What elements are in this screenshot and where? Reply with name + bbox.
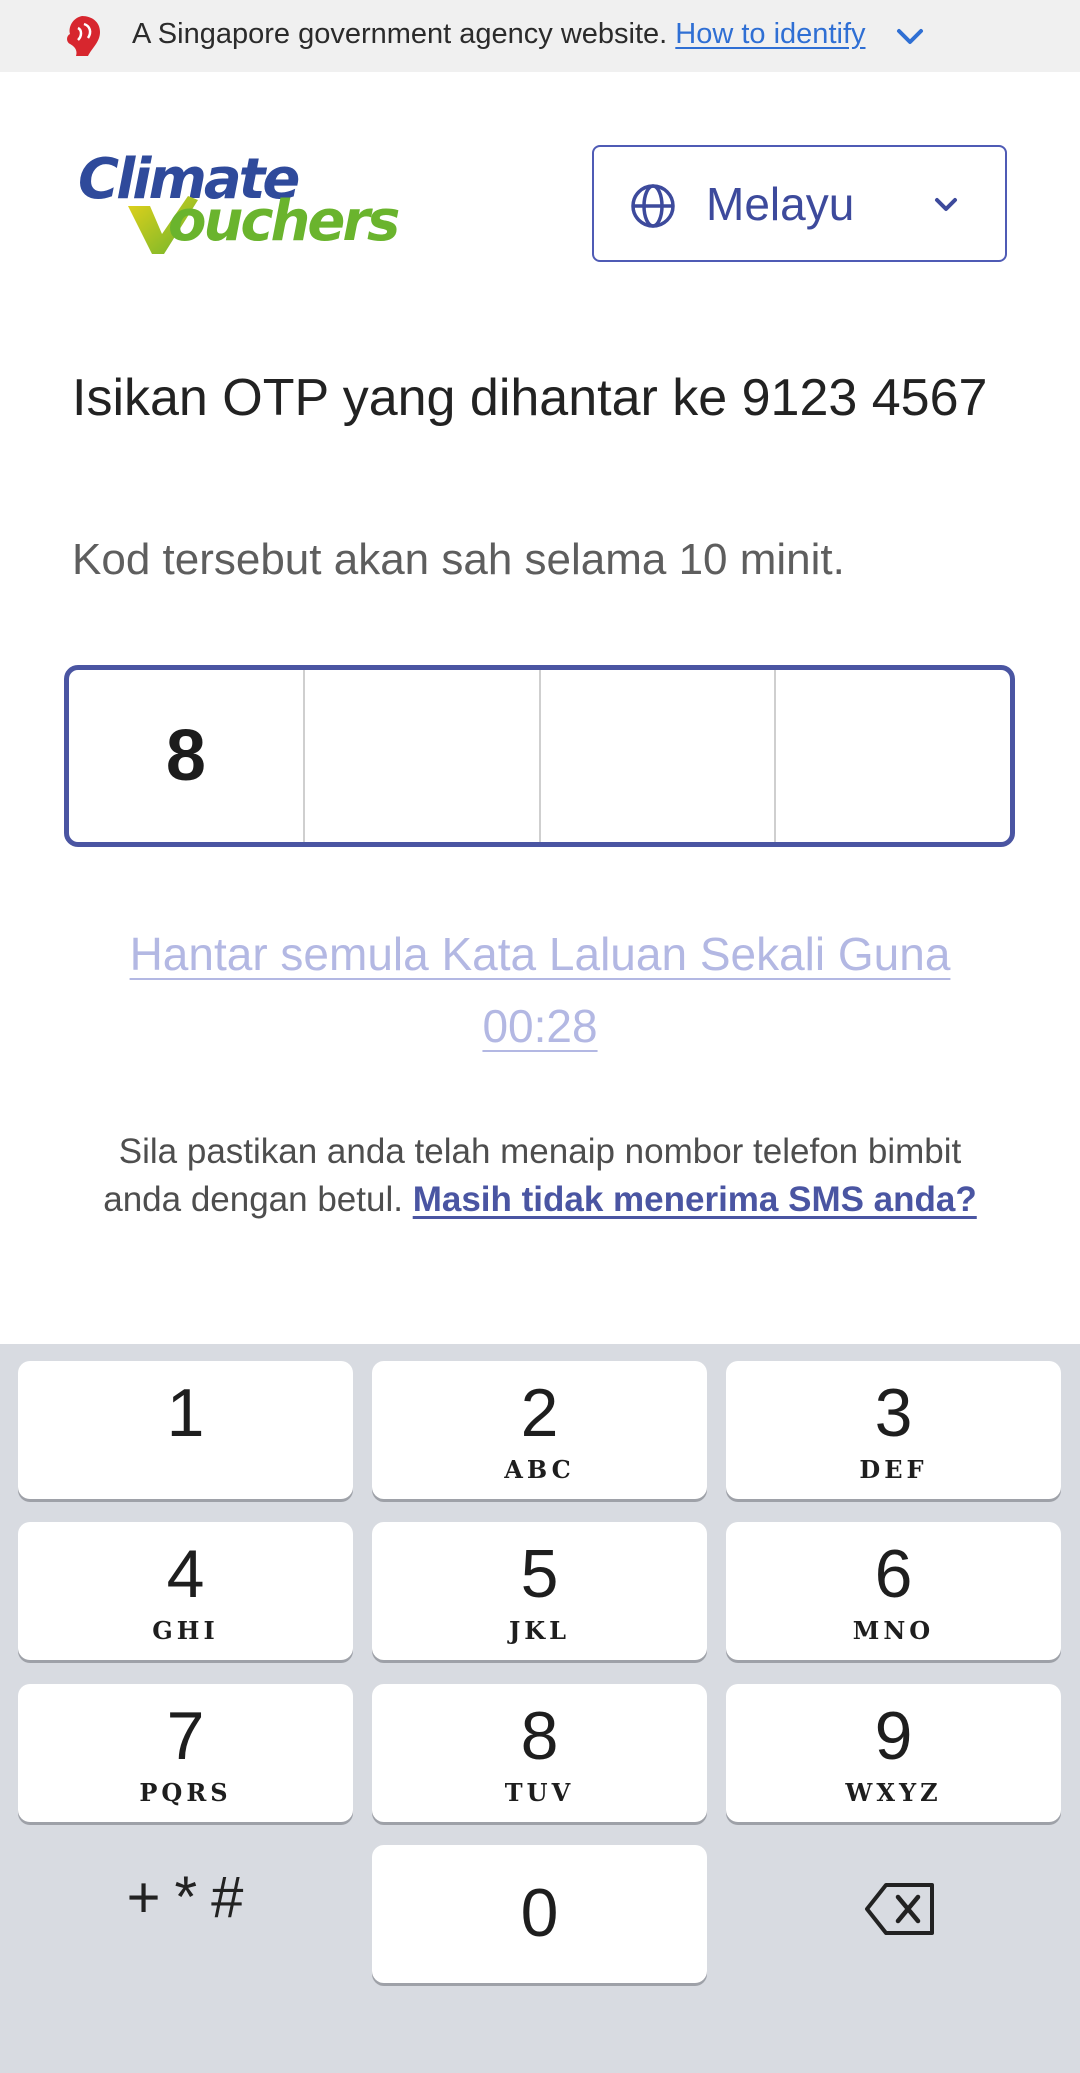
logo-vouchers-text: ouchers <box>168 189 400 254</box>
gov-banner-label: A Singapore government agency website. <box>132 18 668 50</box>
key-letters: WXYZ <box>845 1778 942 1807</box>
chevron-down-icon <box>935 198 957 211</box>
language-label: Melayu <box>706 178 855 230</box>
key-letters: DEF <box>859 1455 928 1484</box>
symbols-key[interactable]: +*# <box>62 1864 322 1930</box>
otp-digit-4[interactable] <box>776 670 1010 842</box>
resend-otp-label: Hantar semula Kata Laluan Sekali Guna 00… <box>129 928 951 1052</box>
key-number: 6 <box>874 1536 913 1612</box>
otp-digit-3[interactable] <box>541 670 777 842</box>
key-letters: MNO <box>852 1616 935 1645</box>
key-8[interactable]: 8 TUV <box>372 1684 707 1822</box>
key-number: 3 <box>874 1375 913 1451</box>
key-5[interactable]: 5 JKL <box>372 1522 707 1660</box>
otp-digit-1[interactable]: 8 <box>69 670 305 842</box>
help-text: Sila pastikan anda telah menaip nombor t… <box>100 1128 980 1224</box>
how-to-identify-link[interactable]: How to identify <box>675 18 865 50</box>
key-3[interactable]: 3 DEF <box>726 1361 1061 1499</box>
key-7[interactable]: 7 PQRS <box>18 1684 353 1822</box>
key-number: 1 <box>166 1375 205 1451</box>
merlion-icon <box>67 16 100 56</box>
key-letters: TUV <box>504 1778 575 1807</box>
gov-banner: A Singapore government agency website. H… <box>0 0 1080 72</box>
resend-otp-link[interactable]: Hantar semula Kata Laluan Sekali Guna 00… <box>120 918 960 1062</box>
key-0[interactable]: 0 <box>372 1845 707 1983</box>
otp-digit-2[interactable] <box>305 670 541 842</box>
key-number: 5 <box>520 1536 559 1612</box>
key-6[interactable]: 6 MNO <box>726 1522 1061 1660</box>
key-1[interactable]: 1 <box>18 1361 353 1499</box>
key-number: 0 <box>520 1875 559 1951</box>
key-9[interactable]: 9 WXYZ <box>726 1684 1061 1822</box>
key-number: 8 <box>520 1698 559 1774</box>
climate-vouchers-logo: Climate ouchers <box>78 150 448 260</box>
globe-icon <box>631 184 675 228</box>
otp-input[interactable]: 8 <box>64 665 1015 847</box>
otp-validity-text: Kod tersebut akan sah selama 10 minit. <box>72 535 845 584</box>
key-letters: JKL <box>508 1616 571 1645</box>
language-select[interactable]: Melayu <box>592 145 1007 262</box>
backspace-icon[interactable] <box>864 1882 936 1936</box>
not-receiving-sms-link[interactable]: Masih tidak menerima SMS anda? <box>413 1180 977 1219</box>
key-number: 2 <box>520 1375 559 1451</box>
key-letters: GHI <box>152 1616 219 1645</box>
key-2[interactable]: 2 ABC <box>372 1361 707 1499</box>
key-number: 7 <box>166 1698 205 1774</box>
key-letters: ABC <box>504 1455 575 1484</box>
gov-banner-text: A Singapore government agency website. H… <box>132 18 866 51</box>
page-title: Isikan OTP yang dihantar ke 9123 4567 <box>72 369 988 427</box>
chevron-down-icon[interactable] <box>896 28 924 46</box>
key-letters: PQRS <box>139 1778 232 1807</box>
key-number: 9 <box>874 1698 913 1774</box>
key-number: 4 <box>166 1536 205 1612</box>
key-4[interactable]: 4 GHI <box>18 1522 353 1660</box>
